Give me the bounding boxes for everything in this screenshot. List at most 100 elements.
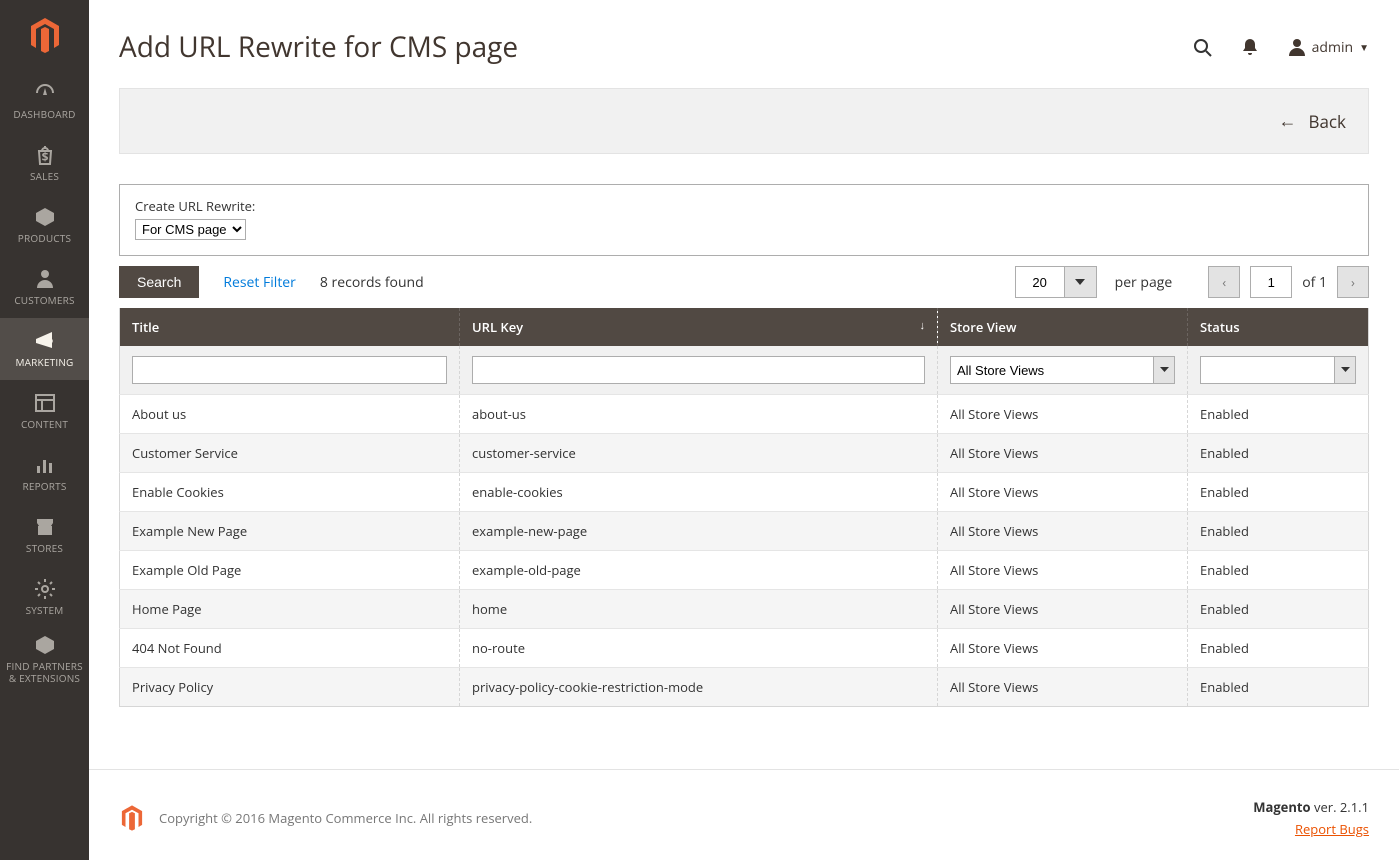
back-button[interactable]: ← Back: [1278, 109, 1346, 133]
sort-indicator-icon: ↓: [920, 318, 926, 333]
cell-url_key: enable-cookies: [460, 473, 938, 512]
reports-icon: [34, 454, 56, 476]
footer-version: ver. 2.1.1: [1311, 798, 1369, 816]
user-icon: [1288, 38, 1306, 56]
page-size-input[interactable]: [1015, 266, 1065, 298]
col-header-url-key[interactable]: URL Key↓: [460, 308, 938, 346]
cell-status: Enabled: [1188, 473, 1369, 512]
cell-url_key: no-route: [460, 629, 938, 668]
sidebar-item-label: STORES: [26, 542, 63, 554]
sidebar-item-label: REPORTS: [22, 480, 66, 492]
current-page-input[interactable]: [1250, 266, 1292, 298]
cell-status: Enabled: [1188, 434, 1369, 473]
marketing-icon: [34, 330, 56, 352]
sidebar-item-reports[interactable]: REPORTS: [0, 442, 89, 504]
sidebar-item-sales[interactable]: SALES: [0, 132, 89, 194]
table-row[interactable]: Privacy Policyprivacy-policy-cookie-rest…: [120, 668, 1369, 707]
create-rewrite-selector: Create URL Rewrite: For CMS page: [119, 184, 1369, 256]
page-total: of 1: [1302, 273, 1327, 292]
next-page-button[interactable]: ›: [1337, 266, 1369, 298]
col-header-title[interactable]: Title: [120, 308, 460, 346]
prev-page-button[interactable]: ‹: [1208, 266, 1240, 298]
footer-brand: Magento: [1253, 798, 1310, 816]
cell-title: Example New Page: [120, 512, 460, 551]
sidebar-item-partners[interactable]: FIND PARTNERS & EXTENSIONS: [0, 628, 89, 690]
cell-url_key: example-new-page: [460, 512, 938, 551]
per-page-label: per page: [1115, 273, 1173, 292]
filter-store-view-select[interactable]: All Store Views: [950, 356, 1153, 384]
cell-url_key: privacy-policy-cookie-restriction-mode: [460, 668, 938, 707]
cell-store: All Store Views: [938, 434, 1188, 473]
cell-title: Example Old Page: [120, 551, 460, 590]
back-label: Back: [1308, 110, 1346, 133]
cell-status: Enabled: [1188, 512, 1369, 551]
cms-pages-grid: Title URL Key↓ Store View Status All Sto…: [119, 308, 1369, 707]
filter-url-key-input[interactable]: [472, 356, 925, 384]
sidebar-item-label: MARKETING: [15, 356, 73, 368]
selector-label: Create URL Rewrite:: [135, 197, 1353, 215]
action-bar: ← Back: [119, 88, 1369, 154]
sidebar-item-marketing[interactable]: MARKETING: [0, 318, 89, 380]
sidebar-item-stores[interactable]: STORES: [0, 504, 89, 566]
col-header-store-view[interactable]: Store View: [938, 308, 1188, 346]
cell-store: All Store Views: [938, 629, 1188, 668]
products-icon: [34, 206, 56, 228]
cell-store: All Store Views: [938, 512, 1188, 551]
page-footer: Copyright © 2016 Magento Commerce Inc. A…: [89, 769, 1399, 860]
cell-store: All Store Views: [938, 590, 1188, 629]
page-size-dropdown[interactable]: [1065, 266, 1097, 298]
sidebar-item-label: SALES: [30, 170, 59, 182]
logo[interactable]: [0, 0, 89, 70]
customers-icon: [34, 268, 56, 290]
copyright-text: Copyright © 2016 Magento Commerce Inc. A…: [159, 809, 1253, 827]
page-title: Add URL Rewrite for CMS page: [119, 28, 1192, 66]
sidebar-item-dashboard[interactable]: DASHBOARD: [0, 70, 89, 132]
report-bugs-link[interactable]: Report Bugs: [1253, 820, 1369, 838]
chevron-down-icon: [1334, 356, 1356, 384]
cell-title: Enable Cookies: [120, 473, 460, 512]
sidebar-item-system[interactable]: SYSTEM: [0, 566, 89, 628]
table-row[interactable]: Customer Servicecustomer-serviceAll Stor…: [120, 434, 1369, 473]
magento-logo-icon: [119, 803, 145, 833]
reset-filter-link[interactable]: Reset Filter: [223, 273, 296, 292]
search-button[interactable]: Search: [119, 266, 199, 298]
system-icon: [34, 578, 56, 600]
table-row[interactable]: Enable Cookiesenable-cookiesAll Store Vi…: [120, 473, 1369, 512]
cell-title: Customer Service: [120, 434, 460, 473]
sidebar-item-content[interactable]: CONTENT: [0, 380, 89, 442]
sidebar-item-customers[interactable]: CUSTOMERS: [0, 256, 89, 318]
admin-sidebar: DASHBOARD SALES PRODUCTS CUSTOMERS MARKETING…: [0, 0, 89, 860]
cell-url_key: home: [460, 590, 938, 629]
cell-url_key: customer-service: [460, 434, 938, 473]
user-name: admin: [1312, 38, 1353, 57]
stores-icon: [34, 516, 56, 538]
page-header: Add URL Rewrite for CMS page admin ▼: [89, 0, 1399, 88]
user-menu[interactable]: admin ▼: [1288, 38, 1369, 57]
table-row[interactable]: About usabout-usAll Store ViewsEnabled: [120, 395, 1369, 434]
filter-status-select[interactable]: [1200, 356, 1334, 384]
cell-status: Enabled: [1188, 551, 1369, 590]
sidebar-item-label: CONTENT: [21, 418, 68, 430]
table-row[interactable]: 404 Not Foundno-routeAll Store ViewsEnab…: [120, 629, 1369, 668]
search-icon[interactable]: [1192, 37, 1212, 57]
notifications-icon[interactable]: [1240, 37, 1260, 57]
table-row[interactable]: Home PagehomeAll Store ViewsEnabled: [120, 590, 1369, 629]
sidebar-item-label: PRODUCTS: [18, 232, 71, 244]
filter-title-input[interactable]: [132, 356, 447, 384]
table-row[interactable]: Example Old Pageexample-old-pageAll Stor…: [120, 551, 1369, 590]
rewrite-type-select[interactable]: For CMS page: [135, 219, 246, 240]
cell-url_key: example-old-page: [460, 551, 938, 590]
cell-title: About us: [120, 395, 460, 434]
col-header-status[interactable]: Status: [1188, 308, 1369, 346]
cell-status: Enabled: [1188, 668, 1369, 707]
sidebar-item-products[interactable]: PRODUCTS: [0, 194, 89, 256]
cell-store: All Store Views: [938, 668, 1188, 707]
cell-url_key: about-us: [460, 395, 938, 434]
cell-store: All Store Views: [938, 395, 1188, 434]
sales-icon: [34, 144, 56, 166]
cell-status: Enabled: [1188, 590, 1369, 629]
cell-status: Enabled: [1188, 629, 1369, 668]
sidebar-item-label: FIND PARTNERS & EXTENSIONS: [6, 660, 83, 684]
table-row[interactable]: Example New Pageexample-new-pageAll Stor…: [120, 512, 1369, 551]
sidebar-item-label: SYSTEM: [26, 604, 64, 616]
